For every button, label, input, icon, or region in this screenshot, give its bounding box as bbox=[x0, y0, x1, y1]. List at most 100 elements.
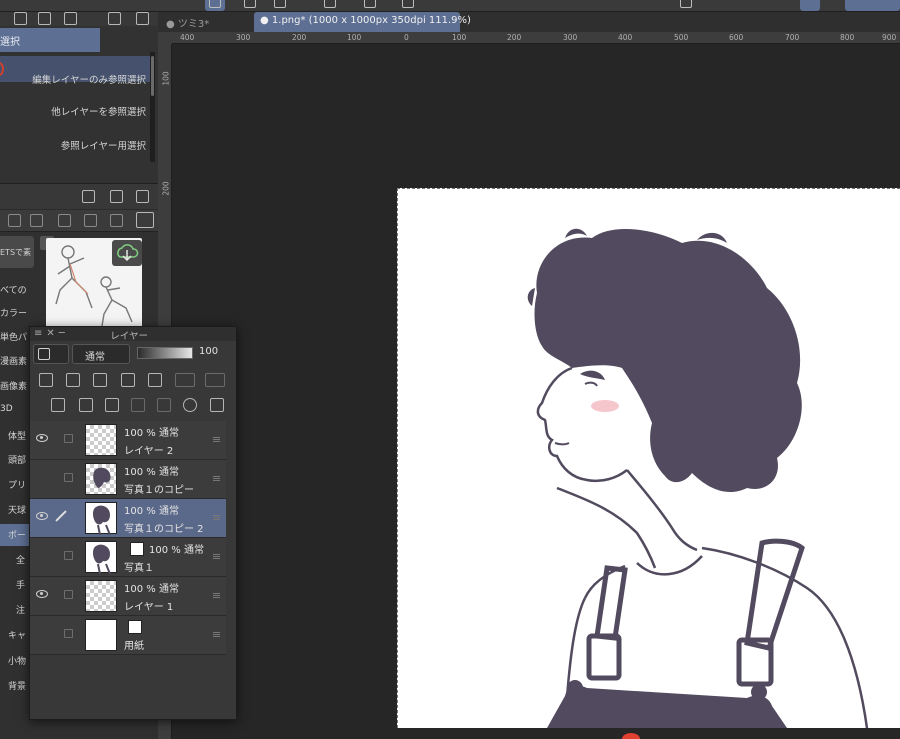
tab-document-1[interactable]: ● ツミ3* bbox=[160, 12, 255, 32]
layer-row[interactable]: 100 % 通常 レイヤー 1 bbox=[30, 577, 226, 616]
tab-icon[interactable] bbox=[136, 12, 149, 25]
layer-checkbox[interactable] bbox=[64, 551, 73, 560]
top-toolbar bbox=[0, 0, 900, 12]
tab-icon[interactable] bbox=[38, 12, 51, 25]
tab-icon[interactable] bbox=[64, 12, 77, 25]
option-label: 編集レイヤーのみ参照選択 bbox=[32, 75, 146, 86]
clip-icon[interactable] bbox=[39, 373, 53, 387]
layer-row-paper[interactable]: 用紙 bbox=[30, 616, 226, 655]
horizontal-ruler: 400 300 200 100 0 100 200 300 400 500 60… bbox=[172, 32, 900, 44]
layer-checkbox[interactable] bbox=[64, 473, 73, 482]
cloud-download-icon[interactable] bbox=[112, 240, 142, 266]
eye-icon[interactable] bbox=[36, 512, 48, 520]
layer-color-select[interactable] bbox=[33, 344, 69, 364]
transform-icon[interactable] bbox=[270, 0, 290, 11]
ruler-toggle-icon[interactable] bbox=[205, 373, 225, 387]
blend-mode-select[interactable]: 通常 bbox=[72, 344, 130, 364]
merge-down-icon[interactable] bbox=[131, 398, 145, 412]
eye-icon[interactable] bbox=[36, 590, 48, 598]
chevron-down-icon[interactable] bbox=[430, 0, 450, 11]
fill-icon[interactable] bbox=[640, 0, 660, 11]
scrollbar-thumb[interactable] bbox=[151, 56, 154, 96]
paste-icon[interactable] bbox=[398, 0, 418, 11]
layer-opacity-mode: 100 % 通常 bbox=[124, 506, 179, 517]
assets-button[interactable]: ETSで素 bbox=[0, 236, 34, 268]
trash-icon[interactable] bbox=[136, 190, 149, 203]
layer-add-icon[interactable] bbox=[320, 0, 340, 11]
sparkle-icon[interactable] bbox=[555, 0, 575, 11]
option-label: 参照レイヤー用選択 bbox=[60, 141, 146, 152]
new-raster-layer-icon[interactable] bbox=[51, 398, 65, 412]
selection-header: 選択 bbox=[0, 28, 100, 52]
mountain-icon[interactable] bbox=[84, 214, 97, 227]
illustration-drawing bbox=[527, 228, 869, 728]
option-other-layer-ref[interactable]: 他レイヤーを参照選択 bbox=[0, 104, 150, 130]
lock-transparency-icon[interactable] bbox=[148, 373, 162, 387]
diamond-icon[interactable] bbox=[240, 0, 260, 11]
record-indicator bbox=[622, 733, 640, 739]
draft-icon[interactable] bbox=[93, 373, 107, 387]
drag-handle-icon[interactable] bbox=[213, 632, 220, 637]
layer-name: 用紙 bbox=[124, 641, 144, 652]
copy-icon[interactable] bbox=[360, 0, 380, 11]
undo-icon[interactable] bbox=[470, 0, 490, 11]
layer-row[interactable]: 100 % 通常 写真１ bbox=[30, 538, 226, 577]
drag-handle-icon[interactable] bbox=[213, 593, 220, 598]
tab-document-2[interactable]: ● 1.png* (1000 x 1000px 350dpi 111.9%) bbox=[254, 12, 471, 32]
panel-tabs bbox=[0, 12, 158, 26]
layer-row[interactable]: 100 % 通常 レイヤー 2 bbox=[30, 421, 226, 460]
opacity-slider[interactable] bbox=[137, 347, 193, 359]
redo-icon[interactable] bbox=[508, 0, 528, 11]
material-item-color[interactable]: カラー bbox=[0, 302, 34, 324]
opacity-value[interactable]: 100 bbox=[199, 346, 218, 357]
layer-thumbnail bbox=[85, 463, 117, 495]
material-item-all[interactable]: べての bbox=[0, 278, 34, 300]
sun-icon[interactable] bbox=[598, 0, 618, 11]
gradient-icon[interactable] bbox=[765, 0, 785, 11]
list-icon[interactable] bbox=[8, 214, 21, 227]
layer-row[interactable]: 100 % 通常 写真１のコピー bbox=[30, 460, 226, 499]
drag-handle-icon[interactable] bbox=[213, 476, 220, 481]
layer-opacity-mode: 100 % 通常 bbox=[124, 584, 179, 595]
tab-icon[interactable] bbox=[108, 12, 121, 25]
menu-icon[interactable] bbox=[170, 0, 190, 11]
layer-toolbar-1 bbox=[33, 371, 233, 391]
drag-handle-icon[interactable] bbox=[213, 515, 220, 520]
layer-checkbox[interactable] bbox=[64, 590, 73, 599]
option-edit-layer-ref[interactable]: 編集レイヤーのみ参照選択 bbox=[0, 56, 150, 86]
tab-icon[interactable] bbox=[14, 12, 27, 25]
crop-icon[interactable] bbox=[676, 0, 696, 11]
layer-checkbox[interactable] bbox=[64, 629, 73, 638]
slider-icon[interactable] bbox=[110, 214, 123, 227]
chevron-down-icon[interactable] bbox=[136, 212, 154, 228]
duplicate-icon[interactable] bbox=[110, 190, 123, 203]
panel-toggle[interactable] bbox=[845, 0, 900, 11]
layer-row-active[interactable]: 100 % 通常 写真１のコピー 2 bbox=[30, 499, 226, 538]
view-icon[interactable] bbox=[58, 214, 71, 227]
lock-icon[interactable] bbox=[121, 373, 135, 387]
layer-thumbnail bbox=[85, 580, 117, 612]
download-icon[interactable] bbox=[30, 214, 43, 227]
layer-name: レイヤー 2 bbox=[124, 446, 174, 457]
option-reference-layer[interactable]: 参照レイヤー用選択 bbox=[0, 138, 150, 164]
mask-toggle-icon[interactable] bbox=[175, 373, 195, 387]
merge-visible-icon[interactable] bbox=[157, 398, 171, 412]
select-tool-icon[interactable] bbox=[205, 0, 225, 11]
new-folder-icon[interactable] bbox=[105, 398, 119, 412]
layer-thumbnail bbox=[85, 541, 117, 575]
ruler-corner bbox=[158, 32, 172, 44]
layer-checkbox[interactable] bbox=[64, 434, 73, 443]
reference-icon[interactable] bbox=[66, 373, 80, 387]
trash-icon[interactable] bbox=[210, 398, 224, 412]
layout-icon[interactable] bbox=[800, 0, 820, 11]
option-label: 他レイヤーを参照選択 bbox=[51, 107, 146, 118]
import-icon[interactable] bbox=[82, 190, 95, 203]
eye-icon[interactable] bbox=[36, 434, 48, 442]
drag-handle-icon[interactable] bbox=[213, 437, 220, 442]
drag-handle-icon[interactable] bbox=[213, 554, 220, 559]
layer-opacity-mode: 100 % 通常 bbox=[124, 467, 179, 478]
new-vector-layer-icon[interactable] bbox=[79, 398, 93, 412]
select-rect-icon[interactable] bbox=[725, 0, 745, 11]
materials-toolbar bbox=[0, 210, 158, 232]
mask-icon[interactable] bbox=[183, 398, 197, 412]
